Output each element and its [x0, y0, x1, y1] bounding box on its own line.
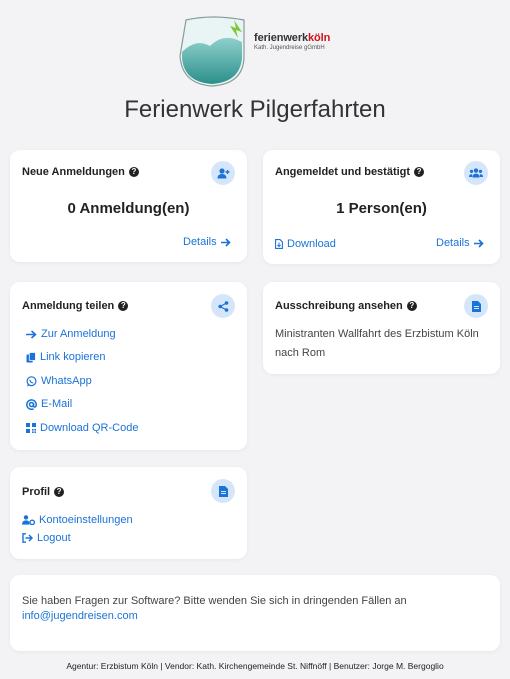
logout-icon [22, 533, 33, 543]
new-registrations-count: 0 Anmeldung(en) [67, 200, 190, 217]
confirmed-card: Angemeldet und bestätigt ? 1 Person(en) … [263, 150, 500, 264]
confirmed-count: 1 Person(en) [336, 200, 427, 217]
whatsapp-icon [26, 375, 37, 386]
arrow-right-icon [220, 237, 231, 247]
contact-text: Sie haben Fragen zur Software? Bitte wen… [22, 595, 407, 622]
help-icon[interactable]: ? [128, 167, 139, 177]
share-icon[interactable] [211, 294, 235, 318]
logo: ferienwerkköln Kath. Jugendreise gGmbH [0, 6, 510, 88]
user-cog-icon [22, 515, 35, 525]
logout-link[interactable]: Logout [22, 532, 71, 544]
card-title: Neue Anmeldungen ? [22, 166, 139, 178]
profile-card: Profil ? Kontoeinstellungen Logout [10, 467, 247, 559]
card-title: Anmeldung teilen ? [22, 300, 129, 312]
help-icon[interactable]: ? [406, 301, 417, 311]
help-icon[interactable]: ? [54, 487, 65, 497]
copy-icon [26, 351, 36, 362]
download-qrcode-link[interactable]: Download QR-Code [26, 422, 138, 434]
copy-link-button[interactable]: Link kopieren [26, 351, 105, 363]
account-settings-link[interactable]: Kontoeinstellungen [22, 514, 133, 526]
card-title: Profil ? [22, 486, 65, 498]
arrow-right-icon [473, 238, 484, 248]
contact-card: Sie haben Fragen zur Software? Bitte wen… [10, 575, 500, 651]
user-plus-icon[interactable] [211, 161, 235, 185]
qrcode-icon [26, 423, 36, 433]
help-icon[interactable]: ? [118, 301, 129, 311]
arrow-right-icon [26, 329, 37, 339]
whatsapp-share-link[interactable]: WhatsApp [26, 375, 92, 387]
file-download-icon [275, 239, 283, 249]
confirmed-download-link[interactable]: Download [275, 238, 336, 250]
document-icon[interactable] [464, 294, 488, 318]
footer: Agentur: Erzbistum Köln | Vendor: Kath. … [66, 661, 444, 671]
card-title: Ausschreibung ansehen ? [275, 300, 417, 312]
card-title: Angemeldet und bestätigt ? [275, 166, 425, 178]
share-to-registration-link[interactable]: Zur Anmeldung [26, 328, 116, 340]
support-email-link[interactable]: info@jugendreisen.com [22, 610, 138, 622]
document-icon[interactable] [211, 479, 235, 503]
ferienwerk-logo-icon [179, 16, 245, 87]
new-registrations-details-link[interactable]: Details [183, 236, 231, 248]
help-icon[interactable]: ? [414, 167, 425, 177]
page-title: Ferienwerk Pilgerfahrten [124, 96, 386, 123]
confirmed-details-link[interactable]: Details [436, 237, 484, 249]
share-card: Anmeldung teilen ? Zur Anmeldung Link ko… [10, 282, 247, 450]
announcement-card: Ausschreibung ansehen ? Ministranten Wal… [263, 282, 500, 374]
users-icon[interactable] [464, 161, 488, 185]
email-share-link[interactable]: E-Mail [26, 398, 72, 410]
at-icon [26, 398, 37, 410]
new-registrations-card: Neue Anmeldungen ? 0 Anmeldung(en) Detai… [10, 150, 247, 262]
announcement-text: Ministranten Wallfahrt des Erzbistum Köl… [275, 328, 479, 359]
